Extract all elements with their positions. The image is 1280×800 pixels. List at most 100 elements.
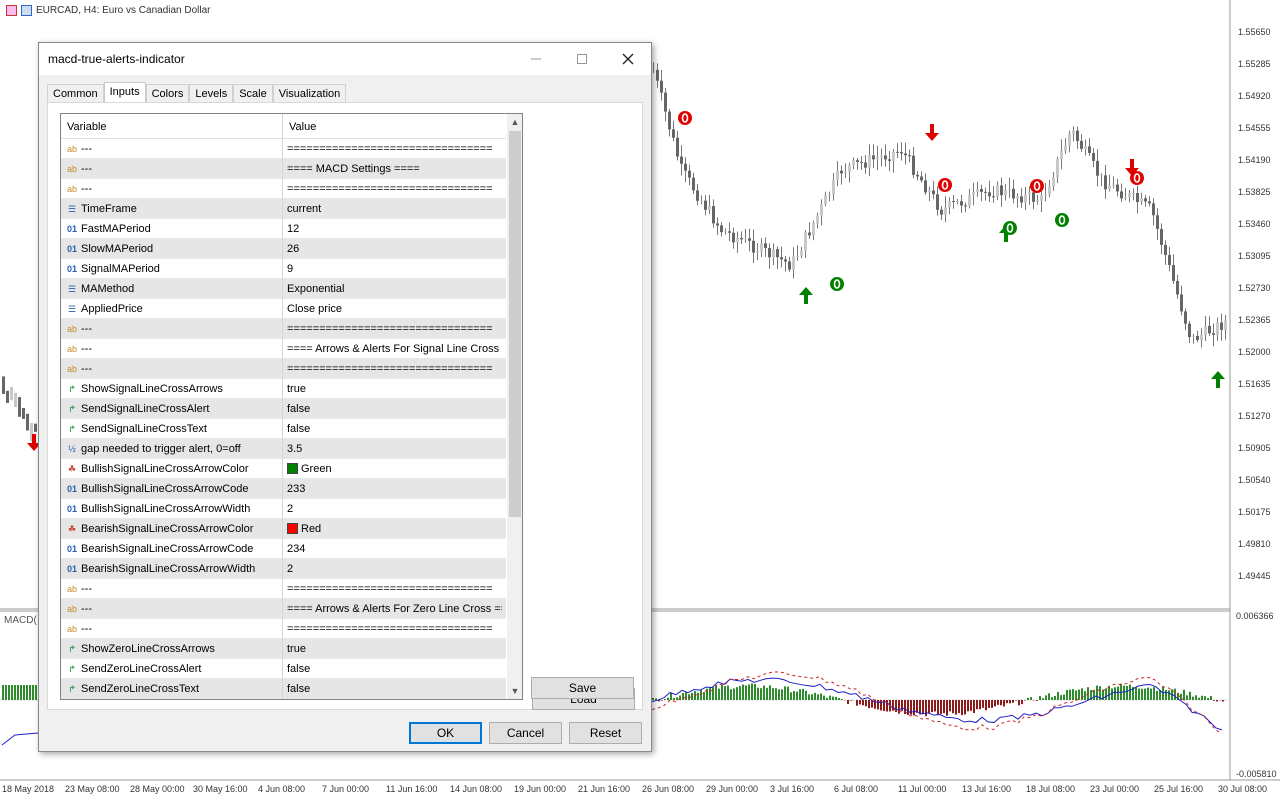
tab-scale[interactable]: Scale [233, 84, 273, 103]
macd-histogram-bar [955, 700, 957, 715]
input-value[interactable]: 3.5 [287, 443, 502, 455]
input-row[interactable]: ab --- ================================ [61, 619, 506, 639]
input-row[interactable]: 01 SignalMAPeriod 9 [61, 259, 506, 279]
scroll-thumb[interactable] [509, 131, 521, 517]
input-value[interactable]: current [287, 203, 502, 215]
input-value[interactable]: false [287, 663, 502, 675]
column-header-value[interactable]: Value [289, 121, 316, 133]
time-tick-label: 11 Jun 16:00 [386, 784, 438, 794]
candle-body [980, 189, 983, 192]
input-row[interactable]: 01 BullishSignalLineCrossArrowCode 233 [61, 479, 506, 499]
input-value[interactable]: false [287, 683, 502, 695]
input-row[interactable]: ↱ SendZeroLineCrossText false [61, 679, 506, 699]
input-row[interactable]: 01 BullishSignalLineCrossArrowWidth 2 [61, 499, 506, 519]
candle-body [892, 151, 895, 161]
color-swatch[interactable] [287, 523, 298, 534]
input-row[interactable]: ab --- ==== Arrows & Alerts For Zero Line … [61, 599, 506, 619]
input-value[interactable]: Green [287, 463, 502, 475]
column-header-variable[interactable]: Variable [67, 121, 107, 133]
input-value[interactable]: ================================ [287, 143, 502, 155]
input-row[interactable]: ☰ MAMethod Exponential [61, 279, 506, 299]
input-row[interactable]: ☰ TimeFrame current [61, 199, 506, 219]
candle-body [784, 259, 787, 262]
input-row[interactable]: ↱ ShowZeroLineCrossArrows true [61, 639, 506, 659]
input-row[interactable]: ☰ AppliedPrice Close price [61, 299, 506, 319]
tab-visualization[interactable]: Visualization [272, 84, 347, 103]
save-button[interactable]: Save [531, 677, 634, 699]
column-separator[interactable] [282, 114, 283, 699]
input-row[interactable]: ☘ BullishSignalLineCrossArrowColor Green [61, 459, 506, 479]
input-row[interactable]: 01 SlowMAPeriod 26 [61, 239, 506, 259]
input-row[interactable]: ↱ SendSignalLineCrossText false [61, 419, 506, 439]
input-value[interactable]: ================================ [287, 323, 502, 335]
zero-cross-marker-icon [678, 111, 692, 125]
color-swatch[interactable] [287, 463, 298, 474]
candle-body [1220, 322, 1223, 330]
tab-inputs[interactable]: Inputs [103, 82, 146, 104]
input-value[interactable]: true [287, 383, 502, 395]
time-tick-label: 30 May 16:00 [193, 784, 248, 794]
cancel-button[interactable]: Cancel [489, 722, 562, 744]
price-tick-label: 1.52730 [1238, 283, 1271, 293]
tab-common[interactable]: Common [47, 84, 104, 103]
price-axis[interactable]: 1.55650 1.55285 1.54920 1.54555 1.54190 1.538… [1231, 0, 1280, 780]
input-value[interactable]: Exponential [287, 283, 502, 295]
input-row[interactable]: ☘ BearishSignalLineCrossArrowColor Red [61, 519, 506, 539]
input-value-text: false [287, 403, 311, 415]
input-value[interactable]: ==== Arrows & Alerts For Zero Line Cross… [287, 603, 502, 615]
input-value[interactable]: ==== Arrows & Alerts For Signal Line Cro… [287, 343, 502, 355]
scroll-up-icon[interactable]: ▲ [507, 114, 522, 130]
input-value-text: ================================ [287, 183, 493, 195]
input-value[interactable]: 26 [287, 243, 502, 255]
input-value[interactable]: false [287, 423, 502, 435]
input-value-text: ================================ [287, 583, 493, 595]
input-row[interactable]: ½ gap needed to trigger alert, 0=off 3.5 [61, 439, 506, 459]
input-value[interactable]: ================================ [287, 363, 502, 375]
input-row[interactable]: ab --- ================================ [61, 579, 506, 599]
price-tick-label: 1.55650 [1238, 27, 1271, 37]
input-row[interactable]: ↱ SendZeroLineCrossAlert false [61, 659, 506, 679]
tab-colors[interactable]: Colors [145, 84, 190, 103]
inputs-grid[interactable]: Variable Value ab --- ====================… [60, 113, 523, 700]
input-row[interactable]: ab --- ================================ [61, 319, 506, 339]
input-row[interactable]: ab --- ==== Arrows & Alerts For Signal Lin… [61, 339, 506, 359]
input-value[interactable]: Red [287, 523, 502, 535]
candle-body [676, 137, 679, 157]
tab-levels[interactable]: Levels [189, 84, 234, 103]
input-value[interactable]: ================================ [287, 623, 502, 635]
scroll-down-icon[interactable]: ▼ [507, 683, 522, 699]
input-variable-name: --- [81, 583, 92, 595]
input-value[interactable]: true [287, 643, 502, 655]
input-row[interactable]: ↱ ShowSignalLineCrossArrows true [61, 379, 506, 399]
dialog-titlebar[interactable]: macd-true-alerts-indicator [39, 43, 651, 75]
close-button[interactable] [605, 43, 651, 75]
input-value[interactable]: 233 [287, 483, 502, 495]
ok-button[interactable]: OK [409, 722, 482, 744]
candle-body [932, 190, 935, 195]
input-value[interactable]: 2 [287, 563, 502, 575]
input-value[interactable]: 9 [287, 263, 502, 275]
chart-menu-icon[interactable] [6, 5, 17, 16]
input-row[interactable]: ↱ SendSignalLineCrossAlert false [61, 399, 506, 419]
input-row[interactable]: ab --- ================================ [61, 359, 506, 379]
time-axis[interactable]: 18 May 2018 23 May 08:00 28 May 00:00 30 Ma… [0, 780, 1280, 800]
input-value[interactable]: Close price [287, 303, 502, 315]
input-value[interactable]: ==== MACD Settings ==== [287, 163, 502, 175]
maximize-button[interactable] [559, 43, 605, 75]
input-value[interactable]: ================================ [287, 583, 502, 595]
input-row[interactable]: ab --- ================================ [61, 139, 506, 159]
input-value[interactable]: ================================ [287, 183, 502, 195]
input-value[interactable]: false [287, 403, 502, 415]
minimize-button[interactable] [513, 43, 559, 75]
input-row[interactable]: ab --- ================================ [61, 179, 506, 199]
input-value[interactable]: 2 [287, 503, 502, 515]
input-row[interactable]: 01 BearishSignalLineCrossArrowWidth 2 [61, 559, 506, 579]
input-row[interactable]: 01 BearishSignalLineCrossArrowCode 234 [61, 539, 506, 559]
input-value[interactable]: 234 [287, 543, 502, 555]
input-row[interactable]: 01 FastMAPeriod 12 [61, 219, 506, 239]
chart-window-icon[interactable] [21, 5, 32, 16]
grid-scrollbar[interactable]: ▲ ▼ [507, 114, 522, 699]
input-value[interactable]: 12 [287, 223, 502, 235]
input-row[interactable]: ab --- ==== MACD Settings ==== [61, 159, 506, 179]
reset-button[interactable]: Reset [569, 722, 642, 744]
